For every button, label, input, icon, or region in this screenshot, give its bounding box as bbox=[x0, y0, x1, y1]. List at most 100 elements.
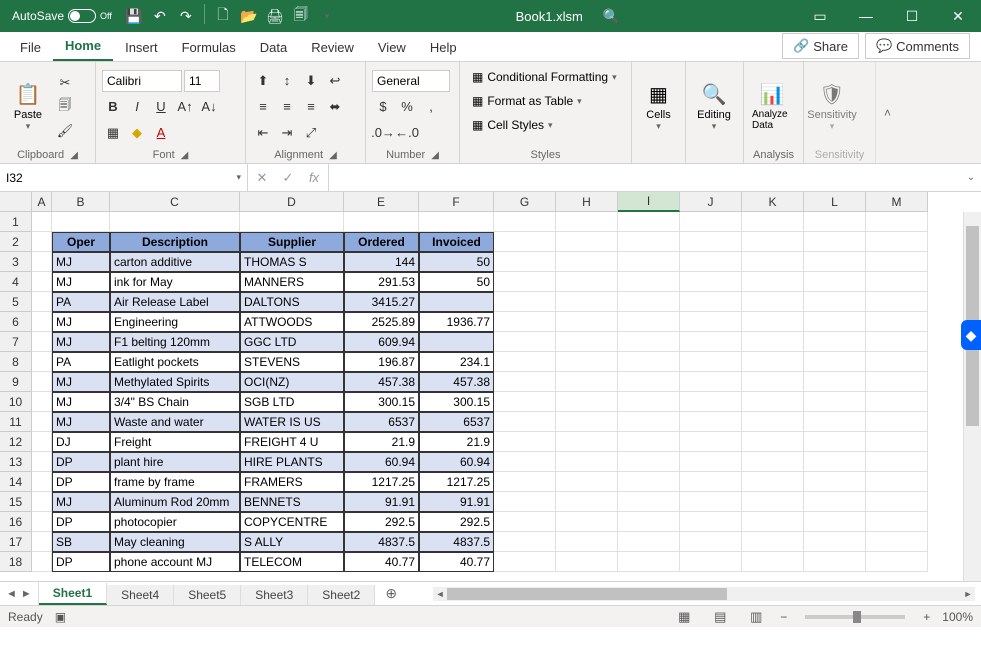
cell[interactable] bbox=[866, 432, 928, 452]
cell[interactable]: PA bbox=[52, 352, 110, 372]
column-header[interactable]: B bbox=[52, 192, 110, 212]
cell[interactable] bbox=[32, 492, 52, 512]
cell[interactable]: 50 bbox=[419, 272, 494, 292]
cell[interactable] bbox=[556, 472, 618, 492]
cell[interactable]: 60.94 bbox=[344, 452, 419, 472]
print-preview-icon[interactable]: 🖨 bbox=[263, 4, 287, 28]
row-header[interactable]: 1 bbox=[0, 212, 32, 232]
cell[interactable] bbox=[742, 372, 804, 392]
cell[interactable] bbox=[556, 272, 618, 292]
cell[interactable] bbox=[32, 552, 52, 572]
cell[interactable] bbox=[804, 352, 866, 372]
cell[interactable]: HIRE PLANTS bbox=[240, 452, 344, 472]
cell[interactable] bbox=[680, 412, 742, 432]
cell[interactable] bbox=[680, 432, 742, 452]
cell[interactable]: 2525.89 bbox=[344, 312, 419, 332]
cell[interactable]: phone account MJ bbox=[110, 552, 240, 572]
sheet-nav-next-icon[interactable]: ► bbox=[21, 588, 32, 600]
cell[interactable] bbox=[680, 272, 742, 292]
fill-color-icon[interactable]: ◆ bbox=[126, 122, 148, 144]
cell[interactable]: Engineering bbox=[110, 312, 240, 332]
cell[interactable]: Eatlight pockets bbox=[110, 352, 240, 372]
cell[interactable] bbox=[494, 452, 556, 472]
row-header[interactable]: 2 bbox=[0, 232, 32, 252]
cell[interactable] bbox=[680, 512, 742, 532]
cell[interactable] bbox=[680, 492, 742, 512]
cell[interactable]: 457.38 bbox=[419, 372, 494, 392]
cell[interactable] bbox=[618, 252, 680, 272]
cell[interactable]: SB bbox=[52, 532, 110, 552]
cells-button[interactable]: ▦Cells▾ bbox=[638, 66, 679, 147]
cell[interactable] bbox=[618, 392, 680, 412]
cell[interactable] bbox=[866, 472, 928, 492]
cell[interactable] bbox=[804, 472, 866, 492]
cell[interactable]: Supplier bbox=[240, 232, 344, 252]
cell[interactable] bbox=[494, 392, 556, 412]
bold-button[interactable]: B bbox=[102, 96, 124, 118]
cell[interactable]: FREIGHT 4 U bbox=[240, 432, 344, 452]
scroll-left-icon[interactable]: ◄ bbox=[433, 587, 447, 601]
horizontal-scrollbar[interactable]: ◄ ► bbox=[433, 587, 975, 601]
save-icon[interactable]: 💾 bbox=[122, 4, 146, 28]
cell[interactable]: 21.9 bbox=[344, 432, 419, 452]
cell[interactable] bbox=[556, 372, 618, 392]
cell[interactable]: TELECOM bbox=[240, 552, 344, 572]
cell[interactable]: MJ bbox=[52, 252, 110, 272]
chevron-down-icon[interactable]: ▾ bbox=[236, 172, 241, 183]
tab-home[interactable]: Home bbox=[53, 32, 113, 61]
row-header[interactable]: 18 bbox=[0, 552, 32, 572]
quick-print-icon[interactable]: 🗐 bbox=[289, 4, 313, 28]
cell[interactable] bbox=[804, 412, 866, 432]
cell[interactable] bbox=[618, 232, 680, 252]
cell[interactable]: 4837.5 bbox=[344, 532, 419, 552]
cell[interactable] bbox=[419, 292, 494, 312]
cell[interactable]: MJ bbox=[52, 392, 110, 412]
orientation-icon[interactable]: ⤢ bbox=[300, 122, 322, 144]
tab-formulas[interactable]: Formulas bbox=[170, 34, 248, 61]
cell[interactable]: GGC LTD bbox=[240, 332, 344, 352]
format-painter-icon[interactable]: 🖌 bbox=[54, 120, 76, 142]
cell[interactable]: 196.87 bbox=[344, 352, 419, 372]
cell[interactable] bbox=[494, 292, 556, 312]
cell[interactable]: 457.38 bbox=[344, 372, 419, 392]
name-box[interactable]: ▾ bbox=[0, 164, 248, 191]
cell[interactable]: DJ bbox=[52, 432, 110, 452]
cell[interactable]: S ALLY bbox=[240, 532, 344, 552]
cell[interactable]: MJ bbox=[52, 272, 110, 292]
cell[interactable] bbox=[618, 532, 680, 552]
sheet-nav-prev-icon[interactable]: ◄ bbox=[6, 588, 17, 600]
maximize-icon[interactable]: ☐ bbox=[889, 0, 935, 32]
cell[interactable]: MJ bbox=[52, 312, 110, 332]
cell[interactable] bbox=[742, 292, 804, 312]
cell[interactable] bbox=[494, 332, 556, 352]
cell[interactable] bbox=[344, 212, 419, 232]
cell[interactable] bbox=[556, 352, 618, 372]
cell[interactable] bbox=[494, 372, 556, 392]
zoom-out-icon[interactable]: − bbox=[780, 610, 787, 624]
row-header[interactable]: 11 bbox=[0, 412, 32, 432]
cell[interactable]: 4837.5 bbox=[419, 532, 494, 552]
close-icon[interactable]: ✕ bbox=[935, 0, 981, 32]
cell[interactable] bbox=[556, 452, 618, 472]
cell[interactable]: 6537 bbox=[419, 412, 494, 432]
merge-center-icon[interactable]: ⬌ bbox=[324, 96, 346, 118]
cell[interactable] bbox=[494, 312, 556, 332]
cell[interactable]: DP bbox=[52, 452, 110, 472]
cell[interactable] bbox=[556, 552, 618, 572]
cell[interactable]: Description bbox=[110, 232, 240, 252]
row-header[interactable]: 14 bbox=[0, 472, 32, 492]
sheet-tab[interactable]: Sheet5 bbox=[174, 585, 241, 605]
enter-formula-icon[interactable]: ✓ bbox=[278, 170, 298, 186]
cell[interactable]: 1217.25 bbox=[344, 472, 419, 492]
cell[interactable]: 1936.77 bbox=[419, 312, 494, 332]
align-top-icon[interactable]: ⬆ bbox=[252, 70, 274, 92]
minimize-icon[interactable]: — bbox=[843, 0, 889, 32]
cell[interactable]: THOMAS S bbox=[240, 252, 344, 272]
cell[interactable] bbox=[804, 332, 866, 352]
cell[interactable]: Invoiced bbox=[419, 232, 494, 252]
row-header[interactable]: 13 bbox=[0, 452, 32, 472]
cell[interactable] bbox=[866, 552, 928, 572]
cell[interactable] bbox=[742, 432, 804, 452]
cell[interactable]: ATTWOODS bbox=[240, 312, 344, 332]
cell[interactable] bbox=[618, 412, 680, 432]
